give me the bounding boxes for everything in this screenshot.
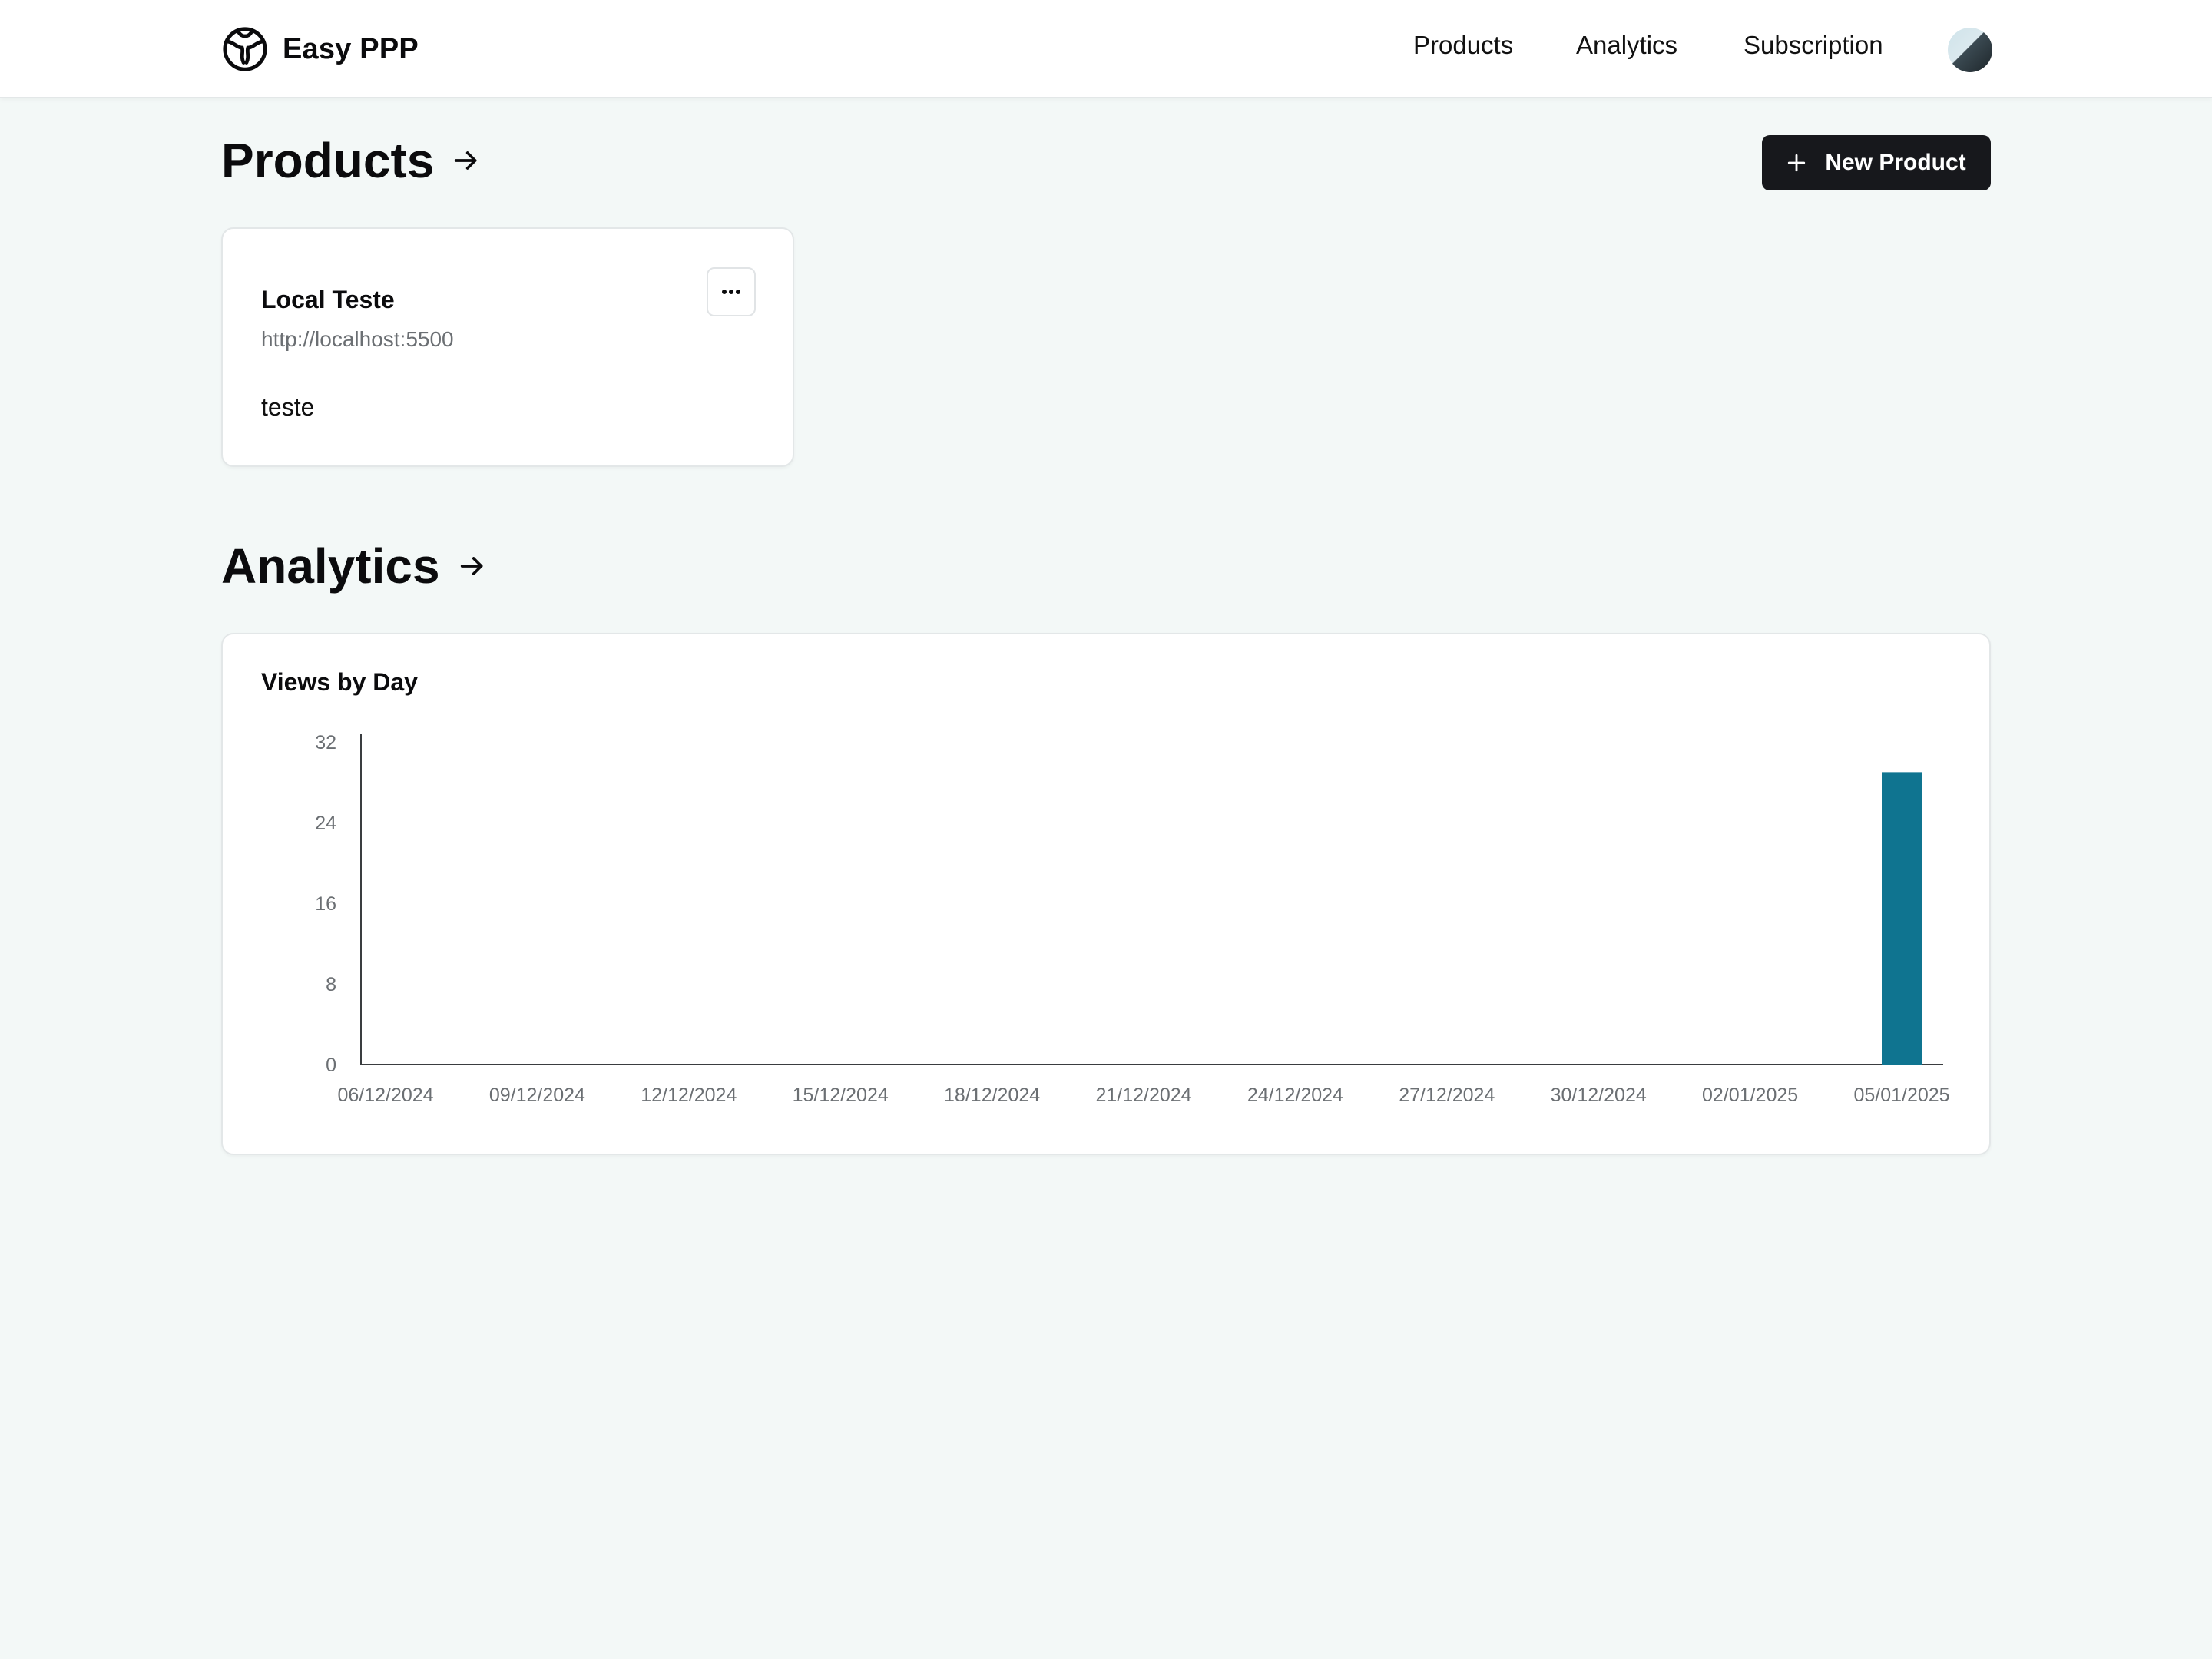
x-tick-label: 30/12/2024	[1551, 1084, 1647, 1106]
x-tick-label: 06/12/2024	[337, 1084, 433, 1106]
y-tick-label: 16	[315, 893, 336, 915]
x-tick-label: 24/12/2024	[1247, 1084, 1343, 1106]
top-navbar: Easy PPP Products Analytics Subscription	[0, 0, 2212, 98]
nav-analytics[interactable]: Analytics	[1576, 31, 1677, 60]
nav-products[interactable]: Products	[1413, 31, 1513, 60]
y-tick-label: 24	[315, 813, 336, 834]
ellipsis-icon	[722, 290, 740, 294]
x-tick-label: 18/12/2024	[944, 1084, 1040, 1106]
x-tick-label: 05/01/2025	[1853, 1084, 1949, 1106]
product-description: teste	[261, 393, 315, 421]
more-options-button[interactable]	[707, 267, 756, 316]
arrow-right-icon	[460, 557, 483, 575]
y-tick-label: 8	[326, 974, 336, 995]
x-tick-label: 21/12/2024	[1095, 1084, 1191, 1106]
x-tick-label: 27/12/2024	[1399, 1084, 1495, 1106]
analytics-heading-text: Analytics	[221, 538, 440, 594]
x-tick-label: 02/01/2025	[1702, 1084, 1798, 1106]
brand-name: Easy PPP	[283, 32, 419, 65]
y-tick-label: 0	[326, 1055, 336, 1076]
new-product-label: New Product	[1825, 150, 1966, 175]
globe-logo-icon	[223, 27, 267, 71]
product-card[interactable]: Local Teste http://localhost:5500 teste	[221, 227, 794, 467]
x-tick-label: 12/12/2024	[641, 1084, 737, 1106]
nav-subscription[interactable]: Subscription	[1743, 31, 1883, 60]
product-name: Local Teste	[261, 286, 395, 313]
views-chart-card: Views by Day 0 8 16 24 32 06/12/2024 09/12/202…	[221, 633, 1991, 1155]
plus-icon	[1788, 154, 1806, 172]
new-product-button[interactable]: New Product	[1762, 135, 1991, 190]
y-tick-label: 32	[315, 732, 336, 753]
analytics-heading[interactable]: Analytics	[221, 538, 488, 594]
products-heading-text: Products	[221, 133, 435, 188]
user-avatar[interactable]	[1948, 28, 1992, 72]
views-by-day-chart: 0 8 16 24 32 06/12/2024 09/12/2024 12/12/2024 15…	[315, 732, 1949, 1106]
bar	[1882, 772, 1922, 1065]
x-tick-label: 15/12/2024	[793, 1084, 889, 1106]
product-url: http://localhost:5500	[261, 327, 454, 351]
arrow-right-icon	[455, 151, 477, 170]
products-heading[interactable]: Products	[221, 132, 482, 189]
brand[interactable]: Easy PPP	[221, 23, 419, 75]
x-tick-label: 09/12/2024	[489, 1084, 585, 1106]
